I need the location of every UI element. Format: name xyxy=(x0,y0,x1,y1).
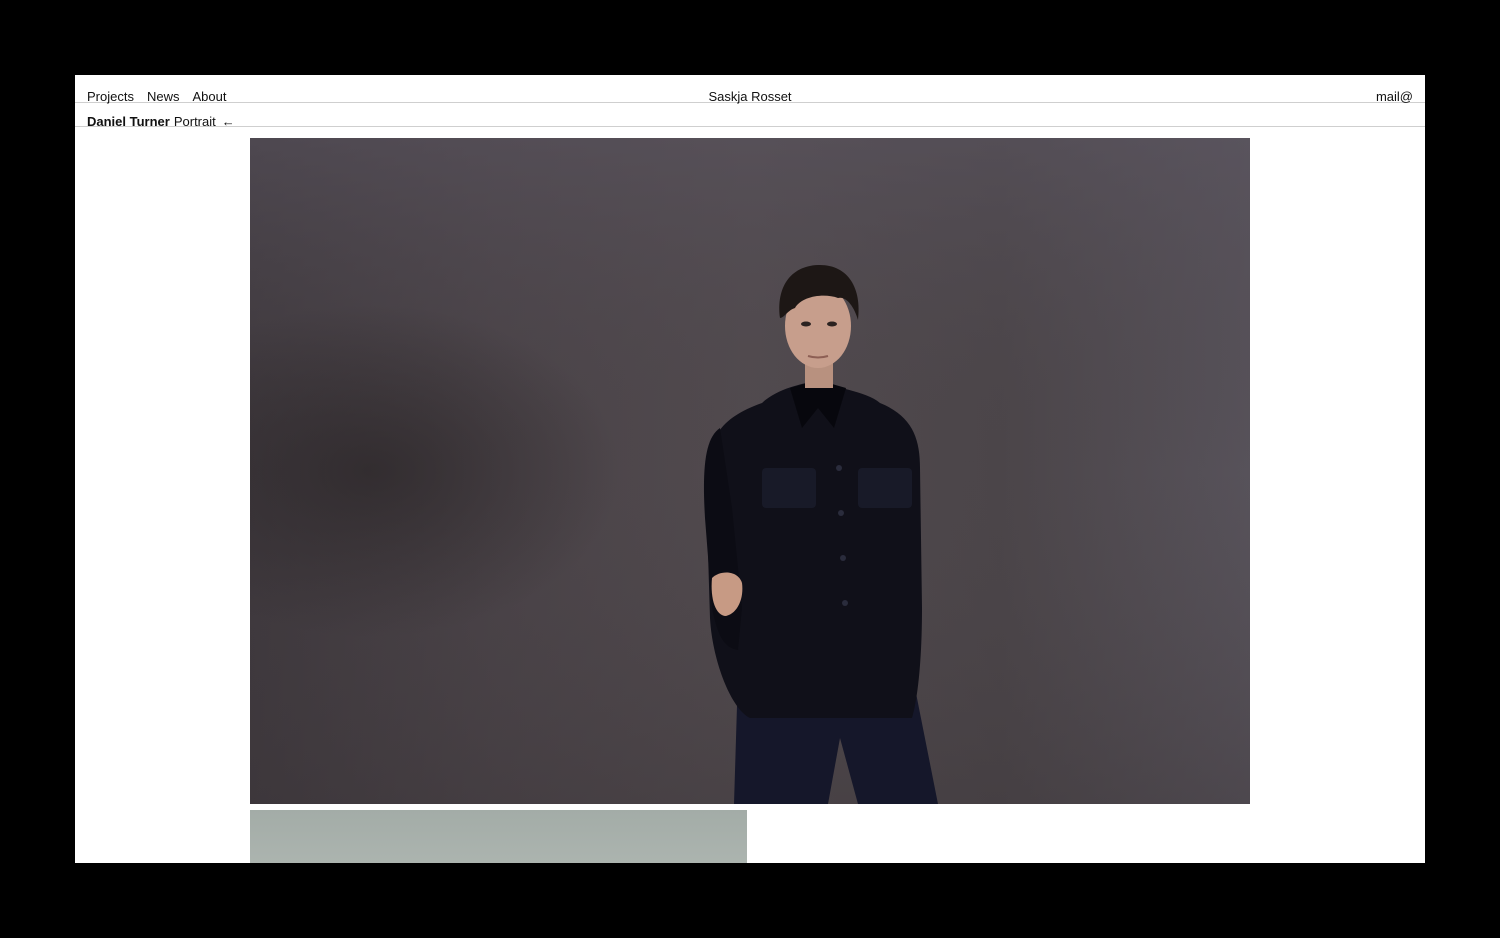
nav-link-news[interactable]: News xyxy=(147,89,180,104)
browser-page: Projects News About Saskja Rosset mail@ … xyxy=(75,75,1425,863)
nav-links: Projects News About xyxy=(87,89,226,104)
back-arrow-icon[interactable]: ← xyxy=(222,114,235,129)
portrait-photo[interactable] xyxy=(250,138,1250,804)
breadcrumb: Daniel Turner Portrait ← xyxy=(87,114,235,129)
project-client: Daniel Turner xyxy=(87,114,170,129)
nav-link-about[interactable]: About xyxy=(192,89,226,104)
project-category: Portrait xyxy=(173,114,216,129)
nav-link-projects[interactable]: Projects xyxy=(87,89,134,104)
top-navigation: Projects News About Saskja Rosset mail@ xyxy=(75,75,1425,104)
portrait-photo-image xyxy=(250,138,1250,804)
site-title[interactable]: Saskja Rosset xyxy=(708,89,791,104)
second-photo[interactable] xyxy=(250,810,747,863)
mail-link[interactable]: mail@ xyxy=(1376,89,1413,104)
site-title-wrap: Saskja Rosset xyxy=(75,89,1425,104)
project-breadcrumb: Daniel Turner Portrait ← xyxy=(75,103,1425,129)
